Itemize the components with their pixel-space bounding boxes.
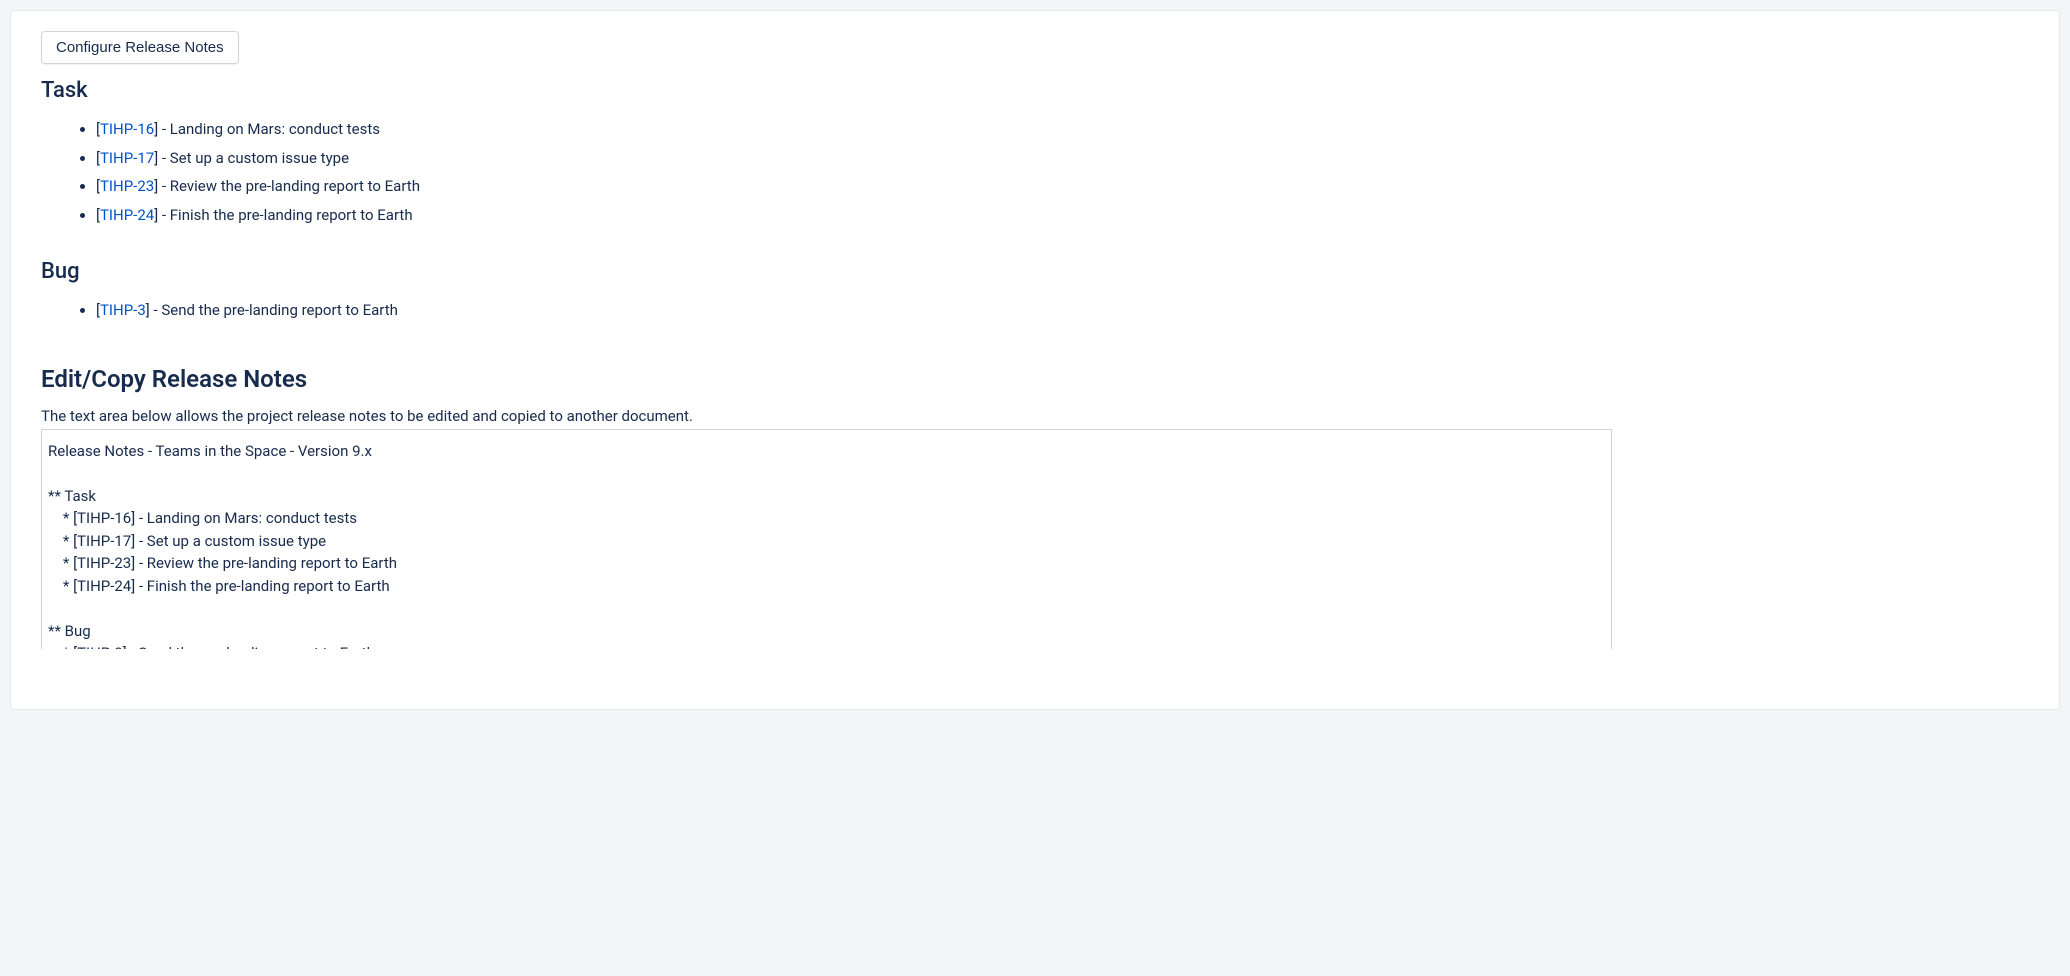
configure-release-notes-button[interactable]: Configure Release Notes [41, 31, 239, 64]
issue-title: Finish the pre-landing report to Earth [170, 206, 413, 224]
issue-link[interactable]: TIHP-24 [100, 206, 154, 224]
issue-link[interactable]: TIHP-17 [100, 149, 154, 167]
bug-heading: Bug [41, 259, 2029, 284]
release-notes-textarea[interactable] [41, 429, 1612, 649]
list-item: [TIHP-16] - Landing on Mars: conduct tes… [96, 115, 2029, 144]
task-heading: Task [41, 78, 2029, 103]
edit-copy-intro: The text area below allows the project r… [41, 407, 2029, 425]
issue-link[interactable]: TIHP-3 [100, 301, 146, 319]
issue-link[interactable]: TIHP-23 [100, 177, 154, 195]
release-notes-panel: Configure Release Notes Task [TIHP-16] -… [10, 10, 2060, 710]
issue-title: Send the pre-landing report to Earth [161, 301, 398, 319]
bug-list: [TIHP-3] - Send the pre-landing report t… [41, 296, 2029, 325]
list-item: [TIHP-17] - Set up a custom issue type [96, 144, 2029, 173]
edit-copy-heading: Edit/Copy Release Notes [41, 365, 2029, 393]
list-item: [TIHP-24] - Finish the pre-landing repor… [96, 201, 2029, 230]
list-item: [TIHP-3] - Send the pre-landing report t… [96, 296, 2029, 325]
issue-title: Set up a custom issue type [170, 149, 349, 167]
task-list: [TIHP-16] - Landing on Mars: conduct tes… [41, 115, 2029, 229]
list-item: [TIHP-23] - Review the pre-landing repor… [96, 172, 2029, 201]
issue-title: Landing on Mars: conduct tests [170, 120, 380, 138]
issue-title: Review the pre-landing report to Earth [170, 177, 420, 195]
issue-link[interactable]: TIHP-16 [100, 120, 154, 138]
